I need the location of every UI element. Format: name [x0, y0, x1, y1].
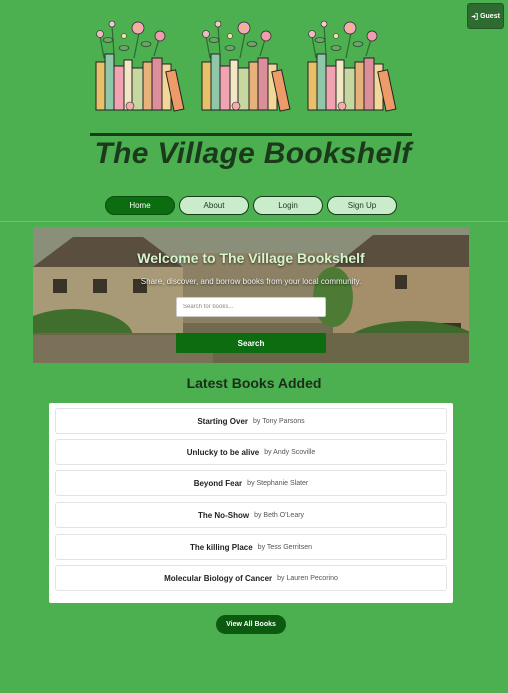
book-list-item[interactable]: Molecular Biology of Cancer by Lauren Pe… [55, 565, 447, 591]
book-list-item[interactable]: Beyond Fear by Stephanie Slater [55, 470, 447, 496]
search-input[interactable] [176, 297, 326, 317]
book-title: The killing Place [189, 542, 253, 552]
book-author: by Tony Parsons [253, 417, 305, 425]
site-title: The Village Bookshelf [94, 137, 412, 170]
guest-button[interactable]: Guest [467, 3, 504, 29]
nav-login-button[interactable]: Login [253, 196, 323, 215]
book-list-item[interactable]: The No-Show by Beth O'Leary [55, 502, 447, 528]
latest-books-list: Starting Over by Tony Parsons Unlucky to… [49, 403, 453, 603]
nav-signup-button[interactable]: Sign Up [327, 196, 397, 215]
book-author: by Stephanie Slater [247, 479, 309, 487]
title-divider [90, 133, 412, 136]
book-list-item[interactable]: Starting Over by Tony Parsons [55, 408, 447, 434]
main-nav: Home About Login Sign Up [0, 196, 508, 215]
book-title: Molecular Biology of Cancer [164, 573, 273, 583]
book-author: by Beth O'Leary [254, 511, 305, 519]
book-author: by Andy Scoville [264, 448, 316, 456]
book-title: Unlucky to be alive [186, 447, 260, 457]
nav-home-button[interactable]: Home [105, 196, 175, 215]
book-list-item[interactable]: The killing Place by Tess Gerritsen [55, 534, 447, 560]
latest-books-heading: Latest Books Added [186, 375, 322, 391]
book-title: The No-Show [197, 510, 250, 520]
hero-title: Welcome to The Village Bookshelf [137, 250, 365, 266]
sign-in-icon [471, 12, 478, 20]
hero-subtitle: Share, discover, and borrow books from y… [140, 277, 362, 286]
books-banner-illustration [95, 20, 397, 112]
book-author: by Tess Gerritsen [257, 543, 313, 551]
book-author: by Lauren Pecorino [277, 574, 338, 582]
search-button[interactable]: Search [176, 333, 326, 353]
hero-section: Welcome to The Village Bookshelf Share, … [33, 227, 469, 363]
nav-about-button[interactable]: About [179, 196, 249, 215]
nav-divider [0, 221, 508, 222]
guest-label: Guest [480, 12, 500, 20]
book-title: Starting Over [197, 416, 249, 426]
book-list-item[interactable]: Unlucky to be alive by Andy Scoville [55, 439, 447, 465]
book-title: Beyond Fear [193, 478, 243, 488]
view-all-books-button[interactable]: View All Books [216, 615, 286, 634]
